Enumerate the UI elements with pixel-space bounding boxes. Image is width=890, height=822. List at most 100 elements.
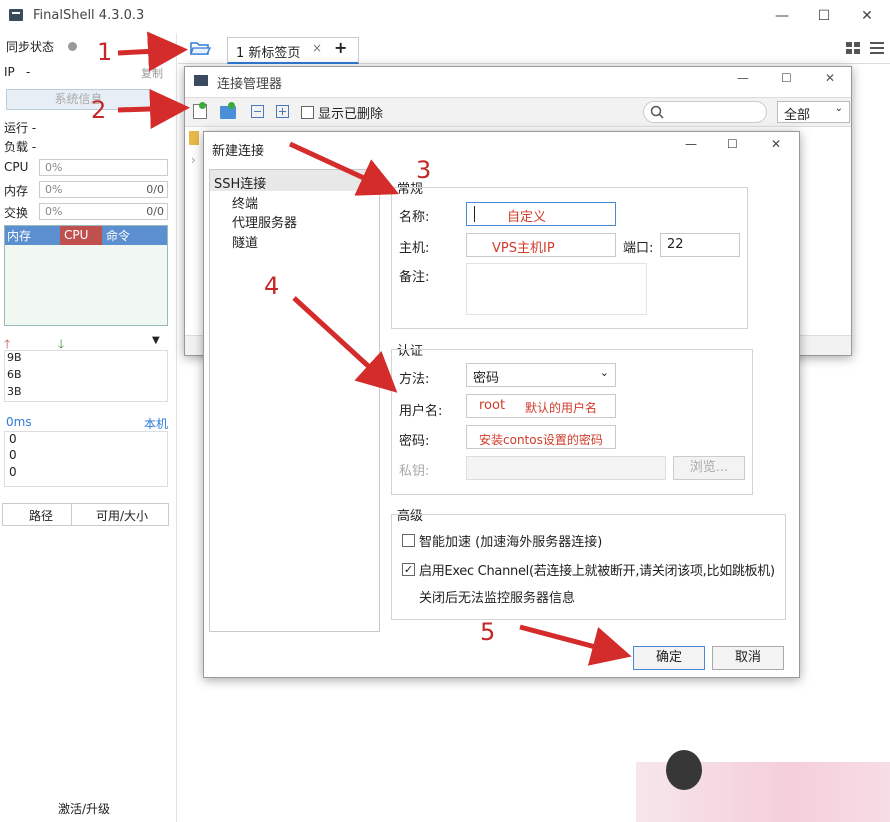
show-deleted-label: 显示已删除	[318, 107, 384, 122]
add-tab-icon[interactable]: +	[334, 38, 347, 57]
exec-channel-checkbox[interactable]: ✓	[402, 563, 415, 576]
cpu-label: CPU	[4, 160, 29, 174]
username-input[interactable]: root 默认的用户名	[466, 394, 616, 418]
conn-mgr-maximize[interactable]: ☐	[781, 71, 792, 85]
ping-graph	[4, 431, 168, 487]
copy-button[interactable]: 复制	[141, 65, 163, 81]
conn-mgr-close[interactable]: ✕	[825, 71, 835, 85]
collapse-icon[interactable]	[251, 105, 264, 118]
note-label: 备注:	[399, 270, 430, 285]
conn-search-input[interactable]	[643, 101, 767, 123]
smart-accel-label: 智能加速 (加速海外服务器连接)	[419, 535, 603, 550]
ping-host[interactable]: 本机	[144, 415, 168, 432]
conn-mgr-minimize[interactable]: —	[737, 71, 749, 85]
folder-open-icon[interactable]	[190, 40, 212, 56]
cpu-meter: 0%	[39, 159, 168, 176]
ip-value: -	[26, 65, 31, 79]
port-label: 端口:	[623, 241, 654, 256]
run-status: 运行 -	[4, 121, 37, 135]
show-deleted-checkbox[interactable]	[301, 106, 314, 119]
smart-accel-checkbox[interactable]	[402, 534, 415, 547]
proc-tab-cpu[interactable]: CPU	[60, 226, 102, 245]
method-select[interactable]: 密码 ⌄	[466, 363, 616, 387]
chevron-down-icon: ⌄	[834, 103, 843, 114]
annotation-3: 3	[416, 156, 432, 184]
ip-label: IP	[4, 65, 15, 79]
file-table-header: 路径 可用/大小	[2, 503, 169, 526]
host-input[interactable]: VPS主机IP	[466, 233, 616, 257]
net-val-3: 3B	[7, 385, 22, 398]
left-sidebar: 同步状态 IP - 复制 系统信息 运行 - 负载 - CPU 0% 内存 0%…	[0, 33, 177, 822]
folder-icon	[189, 131, 199, 145]
dialog-close[interactable]: ✕	[771, 137, 781, 151]
network-graph	[4, 350, 168, 402]
password-label: 密码:	[399, 434, 430, 449]
filter-select[interactable]: 全部 ⌄	[777, 101, 850, 123]
annotation-4: 4	[264, 272, 280, 300]
path-header[interactable]: 路径	[29, 507, 53, 524]
chevron-down-icon: ⌄	[599, 366, 609, 379]
header-divider	[71, 504, 72, 525]
note-textarea[interactable]	[466, 263, 647, 315]
new-connection-icon[interactable]	[193, 102, 207, 119]
menu-icon[interactable]	[870, 41, 884, 54]
activate-link[interactable]: 激活/升级	[58, 800, 110, 817]
exec-channel-note: 关闭后无法监控服务器信息	[419, 591, 576, 606]
sysinfo-button[interactable]: 系统信息	[6, 89, 151, 110]
expand-icon[interactable]	[276, 105, 289, 118]
mem-meter: 0% 0/0	[39, 181, 168, 198]
net-dropdown-icon[interactable]: ▼	[152, 335, 160, 346]
cancel-button[interactable]: 取消	[712, 646, 784, 670]
annotation-1: 1	[97, 38, 113, 66]
password-input[interactable]: 安装contos设置的密码	[466, 425, 616, 449]
tree-item-proxy[interactable]: 代理服务器	[232, 212, 297, 231]
swap-meter: 0% 0/0	[39, 203, 168, 220]
new-connection-dialog: 新建连接 — ☐ ✕ SSH连接 终端 代理服务器 隧道 常规 名称: 自定义 …	[203, 131, 800, 678]
proc-tab-cmd[interactable]: 命令	[106, 227, 130, 244]
annotation-2: 2	[91, 96, 107, 124]
proc-tab-mem[interactable]: 内存	[7, 227, 31, 244]
username-label: 用户名:	[399, 404, 443, 419]
host-label: 主机:	[399, 241, 430, 256]
app-logo-icon	[9, 9, 23, 21]
dialog-minimize[interactable]: —	[685, 137, 697, 151]
sync-status-label: 同步状态	[6, 40, 55, 54]
tree-item-terminal[interactable]: 终端	[232, 193, 258, 212]
name-input[interactable]: 自定义	[466, 202, 616, 226]
net-val-1: 9B	[7, 351, 22, 364]
tab-close-icon[interactable]: ×	[312, 41, 322, 55]
tree-item-ssh[interactable]: SSH连接	[214, 173, 266, 192]
minimize-button[interactable]: —	[770, 6, 794, 26]
ping-label: 0ms	[6, 415, 32, 429]
dialog-title: 新建连接	[212, 144, 265, 159]
ping-val-1: 0	[9, 432, 17, 446]
grid-view-icon[interactable]	[846, 42, 860, 55]
watermark-logo	[636, 750, 890, 822]
settings-tree: SSH连接 终端 代理服务器 隧道	[209, 169, 380, 632]
ping-val-3: 0	[9, 465, 17, 479]
text-cursor	[474, 206, 475, 222]
conn-mgr-icon	[194, 75, 208, 86]
size-header[interactable]: 可用/大小	[96, 507, 148, 524]
ping-val-2: 0	[9, 448, 17, 462]
annotation-5: 5	[480, 618, 496, 646]
dialog-maximize[interactable]: ☐	[727, 137, 738, 151]
maximize-button[interactable]: ☐	[812, 6, 836, 26]
tree-item-tunnel[interactable]: 隧道	[232, 232, 258, 251]
tree-expand-icon[interactable]: ›	[191, 153, 196, 167]
browse-button[interactable]: 浏览...	[673, 456, 745, 480]
mem-label: 内存	[4, 184, 29, 198]
close-window-button[interactable]: ✕	[855, 6, 879, 26]
title-bar: FinalShell 4.3.0.3 — ☐ ✕	[0, 0, 890, 33]
method-label: 方法:	[399, 372, 430, 387]
tab-bar: 1 新标签页 × +	[178, 33, 890, 64]
port-input[interactable]: 22	[660, 233, 740, 257]
new-folder-icon[interactable]	[220, 102, 236, 119]
net-val-2: 6B	[7, 368, 22, 381]
swap-label: 交换	[4, 206, 29, 220]
ok-button[interactable]: 确定	[633, 646, 705, 670]
process-table: 内存 CPU 命令	[4, 225, 168, 326]
private-key-input	[466, 456, 666, 480]
app-title: FinalShell 4.3.0.3	[33, 8, 145, 23]
tab-label: 1 新标签页	[236, 46, 301, 61]
